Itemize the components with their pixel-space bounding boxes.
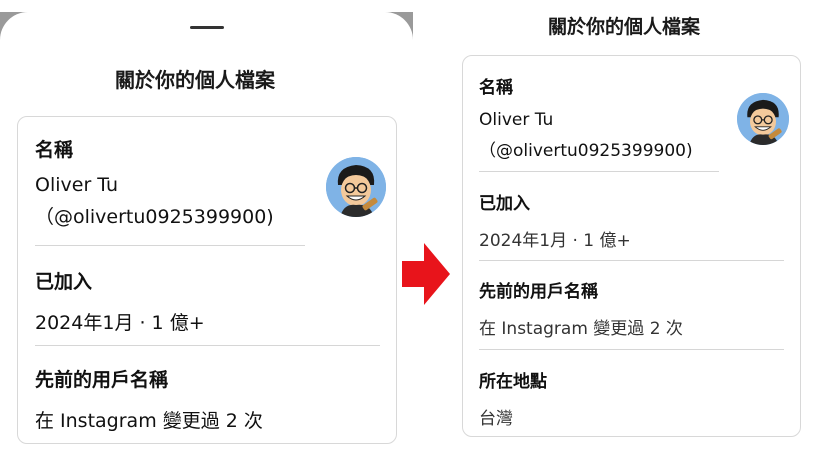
divider (479, 260, 784, 261)
cartoon-avatar-icon (737, 93, 789, 145)
name-value: Oliver Tu (479, 110, 554, 130)
divider (35, 245, 305, 246)
joined-label: 已加入 (479, 194, 530, 214)
joined-section: 已加入 2024年1月 · 1 億+ (35, 267, 205, 335)
location-label: 所在地點 (479, 372, 547, 392)
bottom-sheet: 關於你的個人檔案 名稱 Oliver Tu （@olivertu09253999… (0, 12, 413, 462)
divider (35, 345, 380, 346)
avatar (737, 93, 789, 145)
cartoon-avatar-icon (326, 157, 386, 217)
sheet-title: 關於你的個人檔案 (115, 68, 275, 92)
previous-usernames-value: 在 Instagram 變更過 2 次 (479, 319, 683, 339)
profile-info-card: 名稱 Oliver Tu （@olivertu0925399900) 已加入 2… (462, 55, 801, 437)
previous-usernames-section: 先前的用戶名稱 在 Instagram 變更過 2 次 (479, 277, 683, 339)
name-label: 名稱 (479, 78, 513, 98)
drag-handle[interactable] (190, 26, 224, 29)
username-value: （@olivertu0925399900) (35, 206, 274, 228)
joined-label: 已加入 (35, 271, 93, 293)
location-value: 台灣 (479, 409, 513, 429)
page-title: 關於你的個人檔案 (548, 16, 701, 38)
avatar (326, 157, 386, 217)
name-value: Oliver Tu (35, 174, 119, 196)
name-section: 名稱 Oliver Tu （@olivertu0925399900) (479, 73, 693, 161)
joined-value: 2024年1月 · 1 億+ (479, 231, 631, 251)
profile-info-card: 名稱 Oliver Tu （@olivertu0925399900) 已加入 2… (17, 116, 397, 444)
name-section: 名稱 Oliver Tu （@olivertu0925399900) (35, 135, 274, 229)
location-section: 所在地點 台灣 (479, 367, 547, 429)
joined-section: 已加入 2024年1月 · 1 億+ (479, 189, 631, 251)
right-arrow-icon (402, 243, 450, 305)
name-label: 名稱 (35, 139, 74, 161)
previous-usernames-label: 先前的用戶名稱 (479, 282, 598, 302)
divider (479, 171, 719, 172)
previous-usernames-label: 先前的用戶名稱 (35, 369, 169, 391)
previous-usernames-value: 在 Instagram 變更過 2 次 (35, 410, 263, 432)
username-value: （@olivertu0925399900) (479, 141, 693, 161)
divider (479, 349, 784, 350)
previous-usernames-section: 先前的用戶名稱 在 Instagram 變更過 2 次 (35, 365, 263, 433)
joined-value: 2024年1月 · 1 億+ (35, 312, 205, 334)
